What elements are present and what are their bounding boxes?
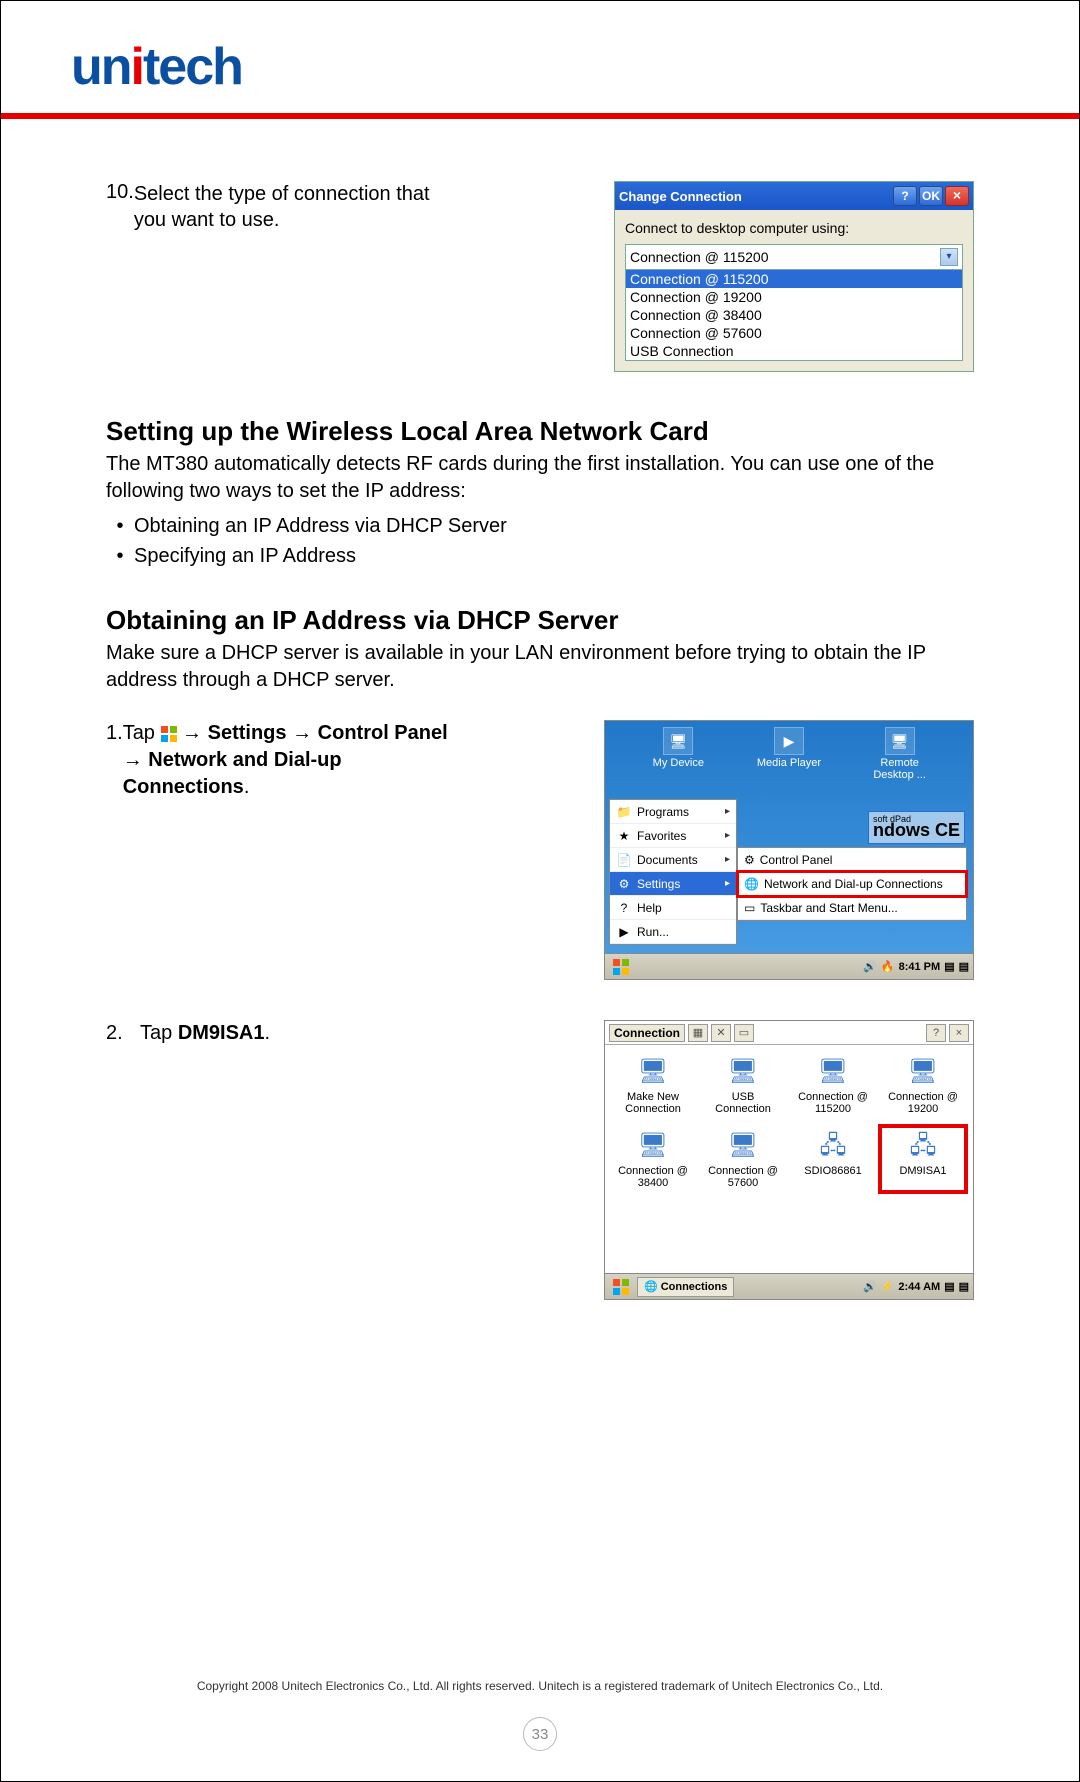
taskbar: 🔊🔥8:41 PM▤▤ xyxy=(605,953,973,979)
tray-icon: ⚡ xyxy=(881,1280,895,1293)
step-10-text: 10. Select the type of connection that y… xyxy=(106,181,456,233)
close-button[interactable]: × xyxy=(945,186,969,206)
submenu-item[interactable]: 🌐Network and Dial-up Connections xyxy=(738,872,966,896)
system-tray: 🔊 ⚡2:44 AM ▤ ▤ xyxy=(863,1280,973,1293)
step-1-text: 1. Tap → Settings → Control Panel → Netw… xyxy=(106,720,456,801)
start-button[interactable] xyxy=(609,957,633,977)
window-toolbar: Connection ▦ ✕ ▭ ? × xyxy=(605,1021,973,1045)
close-button[interactable]: × xyxy=(949,1024,969,1042)
help-button[interactable]: ? xyxy=(926,1024,946,1042)
tray-icon: 🔊 xyxy=(863,1280,877,1293)
step-number: 2. xyxy=(106,1020,140,1047)
start-menu-item[interactable]: 📁Programs▸ xyxy=(610,800,736,824)
clock: 2:44 AM xyxy=(898,1281,940,1293)
connection-icon[interactable]: 🖥USB Connection xyxy=(701,1053,785,1117)
tray-icon: 🔊 xyxy=(863,960,877,973)
page: unitech 10. Select the type of connectio… xyxy=(0,0,1080,1782)
section-wlan-setup: Setting up the Wireless Local Area Netwo… xyxy=(106,416,974,571)
connection-icon[interactable]: 🖥Make New Connection xyxy=(611,1053,695,1117)
heading: Setting up the Wireless Local Area Netwo… xyxy=(106,416,974,447)
help-button[interactable]: ? xyxy=(893,186,917,206)
submenu-item[interactable]: ⚙Control Panel xyxy=(738,848,966,872)
bullet-item: •Obtaining an IP Address via DHCP Server xyxy=(106,511,974,541)
window-title: Connection xyxy=(609,1024,685,1042)
connection-dropdown[interactable]: Connection @ 115200 ▾ Connection @ 11520… xyxy=(625,244,963,361)
ok-button[interactable]: OK xyxy=(919,186,943,206)
start-button[interactable] xyxy=(609,1277,633,1297)
desktop-icon[interactable]: 🖥My Device xyxy=(638,727,718,781)
windows-icon xyxy=(161,726,177,742)
step-1-row: 1. Tap → Settings → Control Panel → Netw… xyxy=(106,720,974,980)
globe-icon: 🌐 xyxy=(644,1280,658,1293)
connection-icon[interactable]: 🖥Connection @ 38400 xyxy=(611,1127,695,1191)
dropdown-selected[interactable]: Connection @ 115200 ▾ xyxy=(626,245,962,269)
screenshot-connections: Connection ▦ ✕ ▭ ? × 🖥Make New Connectio… xyxy=(604,1020,974,1300)
tray-icon[interactable]: ▤ xyxy=(959,1280,969,1293)
step-body: Select the type of connection that you w… xyxy=(134,181,456,233)
connection-icon[interactable]: 🖥Connection @ 19200 xyxy=(881,1053,965,1117)
toolbar-button[interactable]: ✕ xyxy=(711,1024,731,1042)
system-tray: 🔊🔥8:41 PM▤▤ xyxy=(863,960,973,973)
step-2-row: 2. Tap DM9ISA1. Connection ▦ ✕ ▭ ? × 🖥 xyxy=(106,1020,974,1300)
step-10-row: 10. Select the type of connection that y… xyxy=(106,181,974,372)
desktop-icon[interactable]: ▶Media Player xyxy=(749,727,829,781)
dropdown-option[interactable]: Connection @ 38400 xyxy=(626,306,962,324)
tray-icon: 🔥 xyxy=(881,960,895,973)
connection-icon[interactable]: 🖥Connection @ 57600 xyxy=(701,1127,785,1191)
clock: 8:41 PM xyxy=(899,961,941,973)
paragraph: Make sure a DHCP server is available in … xyxy=(106,640,974,694)
paragraph: The MT380 automatically detects RF cards… xyxy=(106,451,974,505)
dropdown-option[interactable]: USB Connection xyxy=(626,342,962,360)
toolbar-button[interactable]: ▦ xyxy=(688,1024,708,1042)
desktop-icons: 🖥My Device ▶Media Player 🖥Remote Desktop .… xyxy=(623,727,955,781)
tray-icon[interactable]: ▤ xyxy=(959,960,969,973)
divider xyxy=(1,113,1079,119)
start-menu-item[interactable]: 📄Documents▸ xyxy=(610,848,736,872)
page-number: 33 xyxy=(523,1717,557,1751)
screenshot-start-menu: 🖥My Device ▶Media Player 🖥Remote Desktop .… xyxy=(604,720,974,980)
start-menu-item[interactable]: ★Favorites▸ xyxy=(610,824,736,848)
dropdown-list: Connection @ 115200 Connection @ 19200 C… xyxy=(626,269,962,360)
dropdown-option[interactable]: Connection @ 57600 xyxy=(626,324,962,342)
brand-logo: unitech xyxy=(71,37,242,97)
taskbar: 🌐Connections 🔊 ⚡2:44 AM ▤ ▤ xyxy=(605,1273,973,1299)
dialog-titlebar: Change Connection ? OK × xyxy=(615,182,973,210)
toolbar-button[interactable]: ▭ xyxy=(734,1024,754,1042)
step-number: 10. xyxy=(106,181,134,233)
start-menu-item[interactable]: ?Help xyxy=(610,896,736,920)
chevron-down-icon[interactable]: ▾ xyxy=(940,248,958,266)
desktop-icon[interactable]: 🖥Remote Desktop ... xyxy=(860,727,940,781)
connections-grid: 🖥Make New Connection🖥USB Connection🖥Conn… xyxy=(605,1045,973,1199)
taskbar-button[interactable]: 🌐Connections xyxy=(637,1277,734,1297)
start-menu-item[interactable]: ▶Run... xyxy=(610,920,736,944)
start-menu-item[interactable]: ⚙Settings▸ xyxy=(610,872,736,896)
tray-icon[interactable]: ▤ xyxy=(944,960,954,973)
bullet-item: •Specifying an IP Address xyxy=(106,541,974,571)
dialog-title: Change Connection xyxy=(619,189,742,204)
connect-label: Connect to desktop computer using: xyxy=(625,220,963,236)
step-number: 1. xyxy=(106,720,123,801)
footer-copyright: Copyright 2008 Unitech Electronics Co., … xyxy=(1,1679,1079,1693)
connection-icon[interactable]: 🖧DM9ISA1 xyxy=(881,1127,965,1191)
tray-icon[interactable]: ▤ xyxy=(944,1280,954,1293)
heading: Obtaining an IP Address via DHCP Server xyxy=(106,605,974,636)
bullet-list: •Obtaining an IP Address via DHCP Server… xyxy=(106,511,974,571)
submenu-item[interactable]: ▭Taskbar and Start Menu... xyxy=(738,896,966,920)
dropdown-option[interactable]: Connection @ 19200 xyxy=(626,288,962,306)
content: 10. Select the type of connection that y… xyxy=(106,181,974,1300)
step-2-text: 2. Tap DM9ISA1. xyxy=(106,1020,456,1047)
dialog-body: Connect to desktop computer using: Conne… xyxy=(615,210,973,371)
connection-icon[interactable]: 🖧SDIO86861 xyxy=(791,1127,875,1191)
start-menu: 📁Programs▸★Favorites▸📄Documents▸⚙Setting… xyxy=(609,799,737,945)
connection-icon[interactable]: 🖥Connection @ 115200 xyxy=(791,1053,875,1117)
section-dhcp: Obtaining an IP Address via DHCP Server … xyxy=(106,605,974,694)
windows-ce-logo: soft dPadndows CE xyxy=(868,811,965,844)
change-connection-dialog: Change Connection ? OK × Connect to desk… xyxy=(614,181,974,372)
settings-submenu: ⚙Control Panel🌐Network and Dial-up Conne… xyxy=(737,847,967,921)
dropdown-option[interactable]: Connection @ 115200 xyxy=(626,270,962,288)
